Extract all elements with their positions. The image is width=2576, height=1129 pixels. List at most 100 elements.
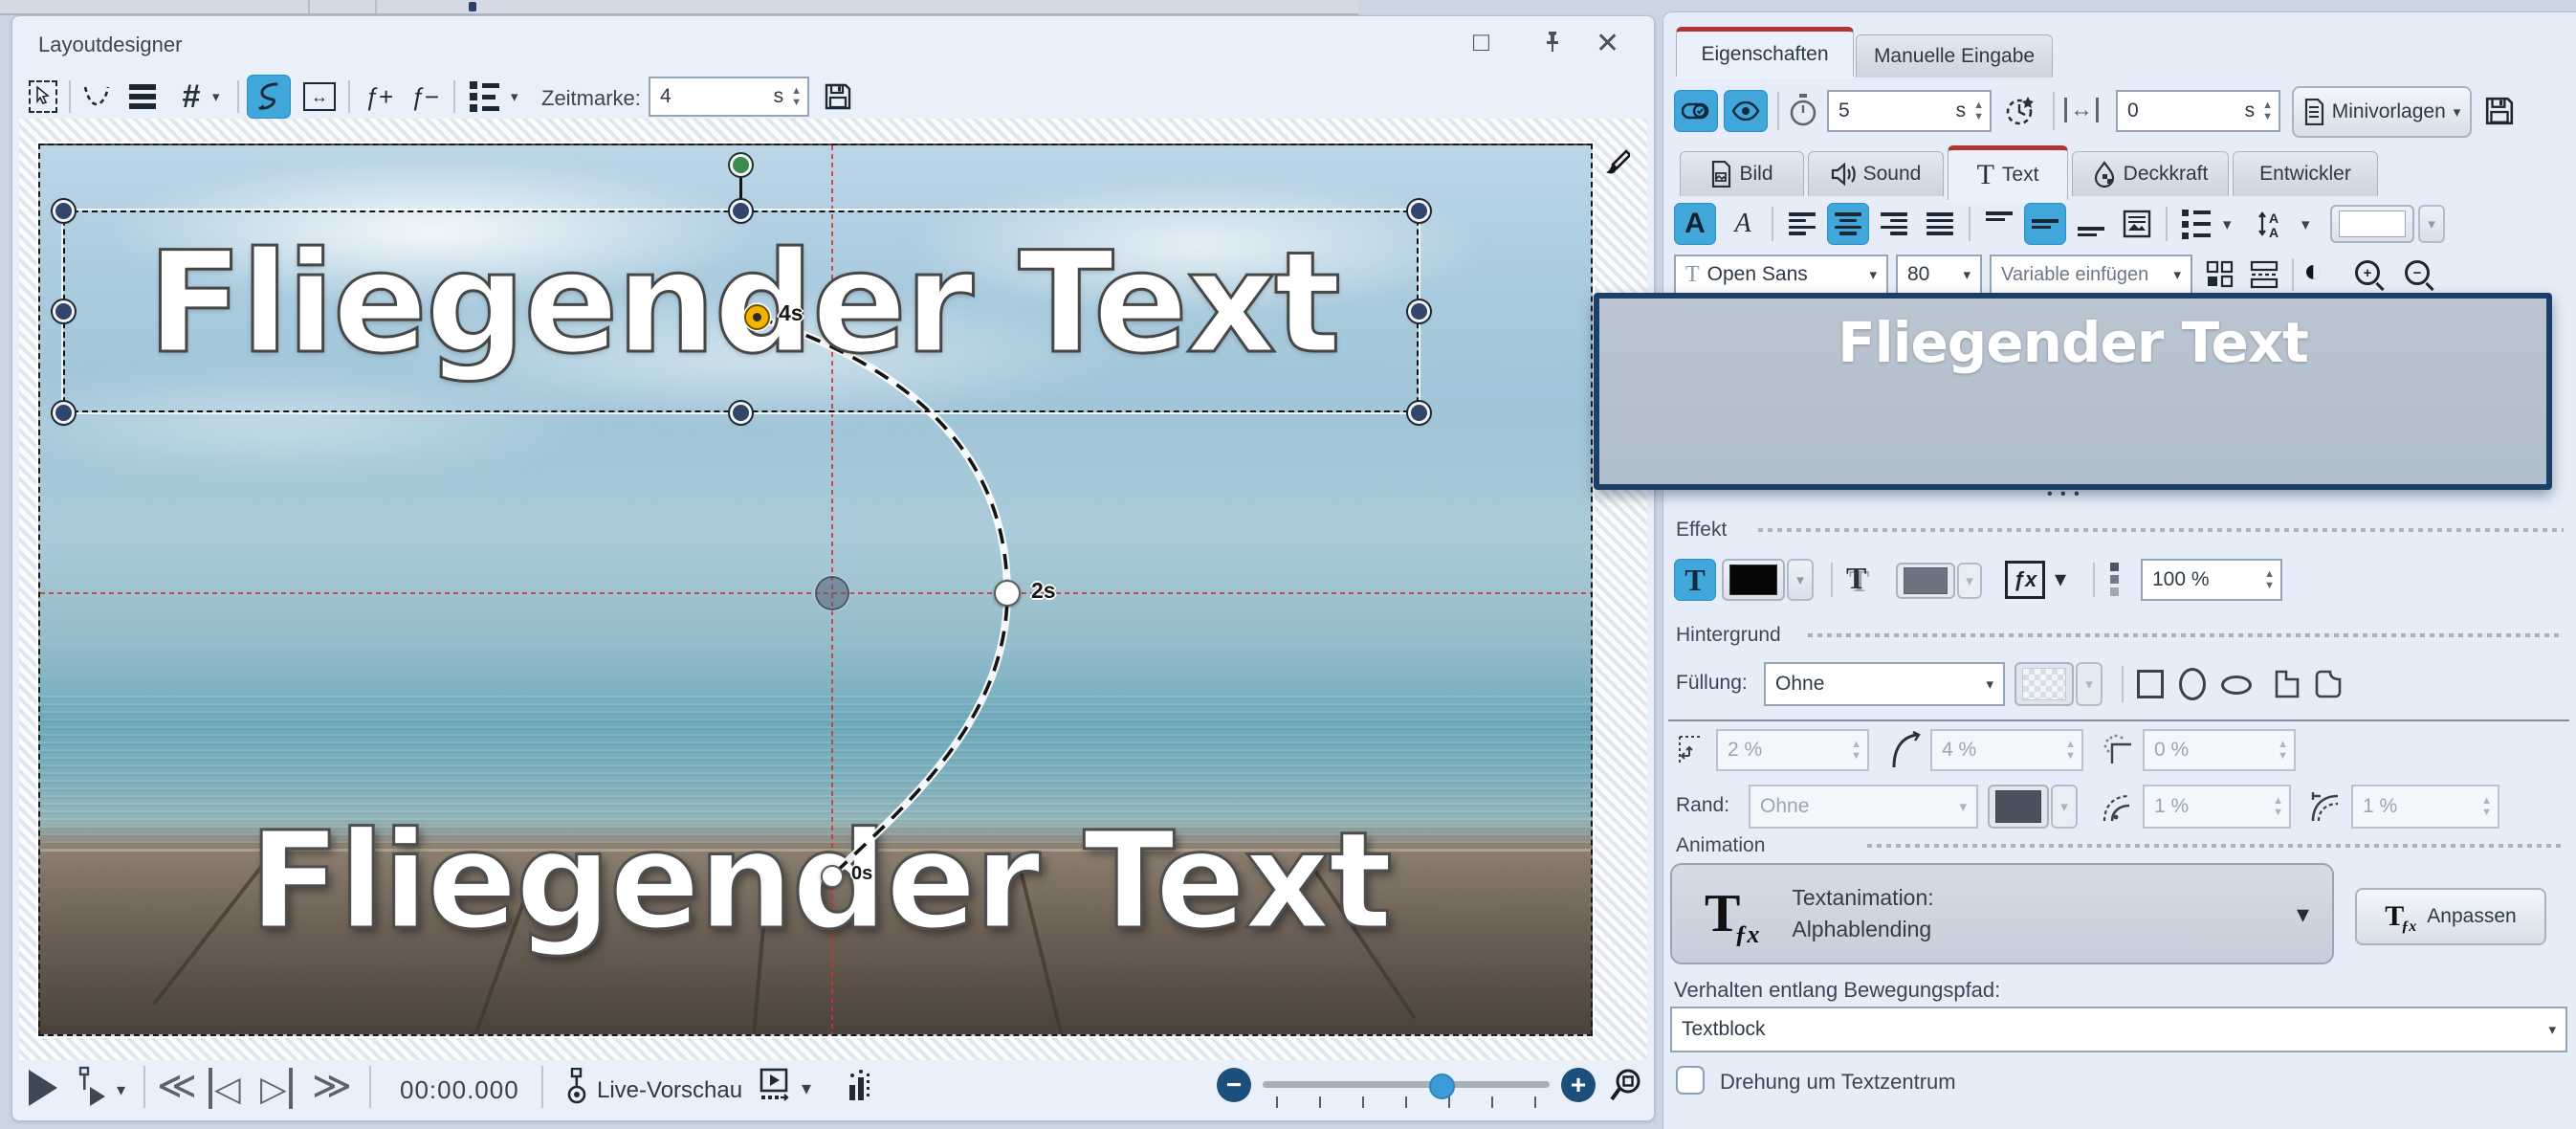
shadow-color-swatch[interactable] — [1896, 563, 1955, 599]
spin-down-icon[interactable]: ▼ — [2264, 580, 2275, 590]
text-editor-overlay[interactable]: Fliegender Text — [1594, 293, 2552, 490]
handle-top-center[interactable] — [730, 200, 752, 222]
tab-eigenschaften[interactable]: Eigenschaften — [1676, 27, 1854, 77]
edit-brush-icon[interactable] — [1599, 149, 1630, 182]
spin-up-icon[interactable]: ▲ — [2262, 100, 2273, 110]
rand-color-swatch[interactable] — [1988, 785, 2049, 829]
play-options-caret-icon[interactable]: ▾ — [117, 1081, 125, 1098]
handle-top-right[interactable] — [1408, 200, 1430, 222]
keyframe-0s[interactable] — [821, 865, 844, 888]
corner-radius-spinner[interactable]: 4 % ▲ ▼ — [1930, 729, 2083, 771]
grid-button[interactable]: # — [172, 77, 210, 117]
spin-up-icon[interactable]: ▲ — [1973, 100, 1984, 110]
drehung-checkbox-label[interactable]: Drehung um Textzentrum — [1720, 1070, 1956, 1095]
variable-dropdown[interactable]: Variable einfügen ▾ — [1990, 255, 2192, 295]
handle-bottom-right[interactable] — [1408, 402, 1430, 424]
spin-down-icon[interactable]: ▼ — [791, 97, 802, 107]
effect-opacity-spinner[interactable]: 100 % ▲ ▼ — [2141, 559, 2282, 601]
keyframe-4s[interactable] — [744, 304, 770, 330]
shape-oval-button[interactable] — [2221, 675, 2252, 695]
tab-sound[interactable]: Sound — [1808, 151, 1944, 196]
shadow-color-caret-button[interactable]: ▾ — [1957, 563, 1982, 599]
text-color-swatch[interactable] — [2330, 205, 2414, 243]
select-tool-button[interactable] — [23, 77, 63, 117]
shape-rect-button[interactable] — [2137, 670, 2164, 698]
performance-monitor-icon[interactable] — [846, 1068, 874, 1106]
play-from-marker-button[interactable] — [75, 1066, 109, 1108]
canvas-text-top[interactable]: Fliegender Text — [78, 221, 1408, 387]
fuellung-color-caret-button[interactable]: ▾ — [2076, 662, 2103, 706]
rand-dropdown[interactable]: Ohne ▾ — [1749, 785, 1978, 829]
rewind-button[interactable]: ≪ — [157, 1064, 197, 1108]
editor-drag-dots[interactable]: • • • — [2047, 486, 2081, 503]
fuellung-color-swatch[interactable] — [2015, 662, 2074, 706]
zoom-out-button[interactable]: − — [1217, 1068, 1251, 1102]
image-text-layout-button[interactable] — [2116, 203, 2158, 245]
preview-display-icon[interactable] — [758, 1068, 790, 1106]
center-anchor[interactable] — [815, 576, 849, 610]
align-left-button[interactable] — [1781, 203, 1823, 245]
rotation-handle[interactable] — [730, 154, 752, 176]
spline-tool-button[interactable] — [77, 77, 117, 117]
step-back-button[interactable]: ◁ — [209, 1068, 241, 1110]
zoom-slider-track[interactable] — [1263, 1081, 1550, 1088]
contrast-icon[interactable]: ◐ — [2303, 253, 2323, 290]
minivorlagen-button[interactable]: Minivorlagen ▾ — [2292, 86, 2472, 138]
verhalten-dropdown[interactable]: Textblock ▾ — [1670, 1007, 2567, 1052]
align-justify-button[interactable] — [1919, 203, 1961, 245]
zoom-in-button[interactable]: + — [1561, 1068, 1596, 1102]
offset-spinner[interactable]: 0 s ▲ ▼ — [2116, 90, 2280, 132]
tab-bild[interactable]: Bild — [1680, 151, 1804, 196]
shape-ellipse-button[interactable] — [2179, 668, 2206, 700]
text-color-caret-button[interactable]: ▾ — [2418, 205, 2445, 243]
valign-top-button[interactable] — [1978, 203, 2020, 245]
list-button[interactable] — [2175, 203, 2217, 245]
shadow-t-icon[interactable]: T — [1846, 561, 1866, 596]
font-size-dropdown[interactable]: 80 ▾ — [1896, 255, 1982, 295]
spin-down-icon[interactable]: ▼ — [1973, 111, 1984, 122]
handle-mid-left[interactable] — [53, 300, 75, 322]
rand-width-spinner[interactable]: 1 % ▲ ▼ — [2143, 785, 2291, 829]
fast-forward-button[interactable]: ≫ — [312, 1064, 352, 1108]
textanimation-dropdown[interactable]: Tƒx Textanimation: Alphablending ▾ — [1670, 863, 2334, 964]
italic-button[interactable]: A — [1722, 203, 1764, 245]
preview-display-caret-icon[interactable]: ▾ — [802, 1079, 811, 1098]
pin-icon[interactable] — [1540, 29, 1565, 54]
keyframe-list-button[interactable] — [463, 77, 505, 117]
zeitmarke-spinner[interactable]: 4 s ▲ ▼ — [649, 77, 809, 117]
fuellung-dropdown[interactable]: Ohne ▾ — [1764, 662, 2005, 706]
shape-polygon1-button[interactable] — [2273, 668, 2301, 700]
live-preview-label[interactable]: Live-Vorschau — [597, 1077, 742, 1104]
transform-frame-button[interactable]: ↔ — [298, 77, 341, 117]
block-layout-button[interactable] — [2200, 255, 2240, 295]
font-family-dropdown[interactable]: T Open Sans ▾ — [1674, 255, 1888, 295]
rand-offset-spinner[interactable]: 1 % ▲ ▼ — [2351, 785, 2499, 829]
motion-path-tool-button[interactable] — [247, 75, 291, 119]
spin-down-icon[interactable]: ▼ — [2262, 111, 2273, 122]
text-color-mode-button[interactable]: T — [1674, 559, 1716, 601]
auto-duration-icon[interactable] — [2003, 92, 2037, 128]
anpassen-button[interactable]: Tƒx Anpassen — [2355, 888, 2546, 945]
visibility-button[interactable] — [1724, 90, 1768, 132]
handle-top-left[interactable] — [53, 200, 75, 222]
spin-up-icon[interactable]: ▲ — [791, 85, 802, 96]
close-icon[interactable]: ✕ — [1596, 27, 1619, 60]
editor-text[interactable]: Fliegender Text — [1599, 310, 2546, 375]
tab-entwickler[interactable]: Entwickler — [2233, 151, 2378, 196]
text-fill-color-swatch[interactable] — [1722, 559, 1785, 601]
line-spacing-button[interactable]: AA — [2250, 203, 2296, 245]
handle-bottom-center[interactable] — [730, 402, 752, 424]
align-right-button[interactable] — [1873, 203, 1915, 245]
zoom-in-text-button[interactable]: + — [2355, 260, 2380, 285]
handle-bottom-left[interactable] — [53, 402, 75, 424]
save-path-button[interactable] — [817, 77, 859, 117]
tab-text[interactable]: T Text — [1948, 145, 2068, 200]
fx-button[interactable]: ƒx — [2005, 561, 2045, 599]
text-fill-color-caret-button[interactable]: ▾ — [1787, 559, 1814, 601]
rand-color-caret-button[interactable]: ▾ — [2051, 785, 2078, 829]
layers-button[interactable] — [122, 77, 163, 117]
tab-manuelle-eingabe[interactable]: Manuelle Eingabe — [1856, 34, 2053, 77]
slide-canvas[interactable]: Fliegender Text Fliegender Text 4s 2s 0s — [38, 144, 1593, 1036]
step-forward-button[interactable]: ▷ — [260, 1068, 293, 1110]
soft-edge-spinner[interactable]: 0 % ▲ ▼ — [2143, 729, 2296, 771]
